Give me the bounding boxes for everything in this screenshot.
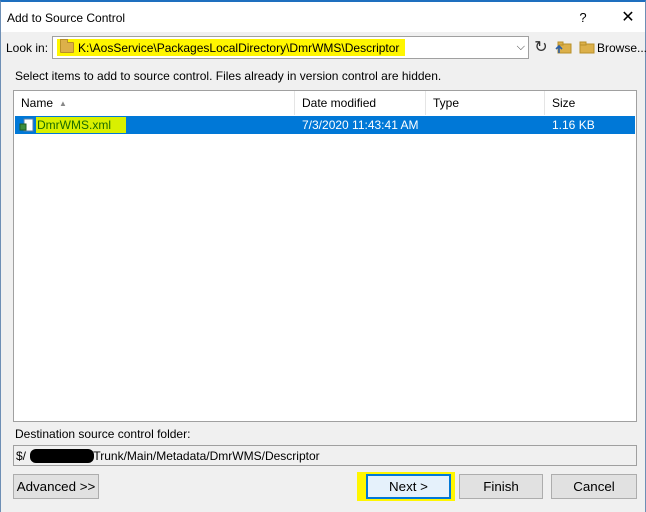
column-header-name-label: Name [21,96,54,110]
look-in-path: K:\AosService\PackagesLocalDirectory\Dmr… [78,41,400,55]
window-title: Add to Source Control [7,11,126,25]
instruction-text: Select items to add to source control. F… [15,69,442,83]
close-button[interactable]: ✕ [615,6,641,28]
add-to-source-control-dialog: Add to Source Control ? ✕ Look in: K:\Ao… [0,0,646,512]
finish-button[interactable]: Finish [459,474,543,499]
destination-prefix: $/ [16,449,27,463]
column-header-type-label: Type [433,96,460,110]
table-row[interactable]: DmrWMS.xml 7/3/2020 11:43:41 AM 1.16 KB [15,116,635,134]
file-list[interactable]: Name ▲ Date modified Type Size DmrWMS.xml… [13,90,637,422]
destination-folder-field[interactable]: $/ /Trunk/Main/Metadata/DmrWMS/Descriptor [13,445,637,466]
column-header-type[interactable]: Type [426,91,545,115]
refresh-icon[interactable]: ↻ [532,38,550,56]
destination-suffix: /Trunk/Main/Metadata/DmrWMS/Descriptor [90,449,320,463]
title-bar: Add to Source Control ? ✕ [1,2,645,32]
folder-icon [60,39,74,53]
browse-folder-icon[interactable] [578,38,596,56]
chevron-down-icon[interactable]: ⌵ [517,41,525,54]
file-date-modified: 7/3/2020 11:43:41 AM [302,118,419,132]
destination-label: Destination source control folder: [15,427,191,441]
advanced-button[interactable]: Advanced >> [13,474,99,499]
column-header-size-label: Size [552,96,576,110]
xml-file-icon [19,118,35,132]
sort-ascending-icon: ▲ [59,99,67,108]
next-button[interactable]: Next > [366,474,451,499]
look-in-combo[interactable]: K:\AosService\PackagesLocalDirectory\Dmr… [52,36,529,59]
look-in-label: Look in: [6,41,49,55]
file-size: 1.16 KB [552,118,595,132]
up-folder-icon[interactable] [555,38,573,56]
redaction-mark [30,449,94,463]
browse-button[interactable]: Browse... [597,41,646,55]
help-button[interactable]: ? [570,6,596,28]
column-header-size[interactable]: Size [545,91,636,115]
cancel-button[interactable]: Cancel [551,474,637,499]
file-name: DmrWMS.xml [37,118,111,132]
column-headers: Name ▲ Date modified Type Size [14,91,636,115]
column-header-date[interactable]: Date modified [295,91,426,115]
column-header-date-label: Date modified [302,96,377,110]
column-header-name[interactable]: Name ▲ [14,91,295,115]
